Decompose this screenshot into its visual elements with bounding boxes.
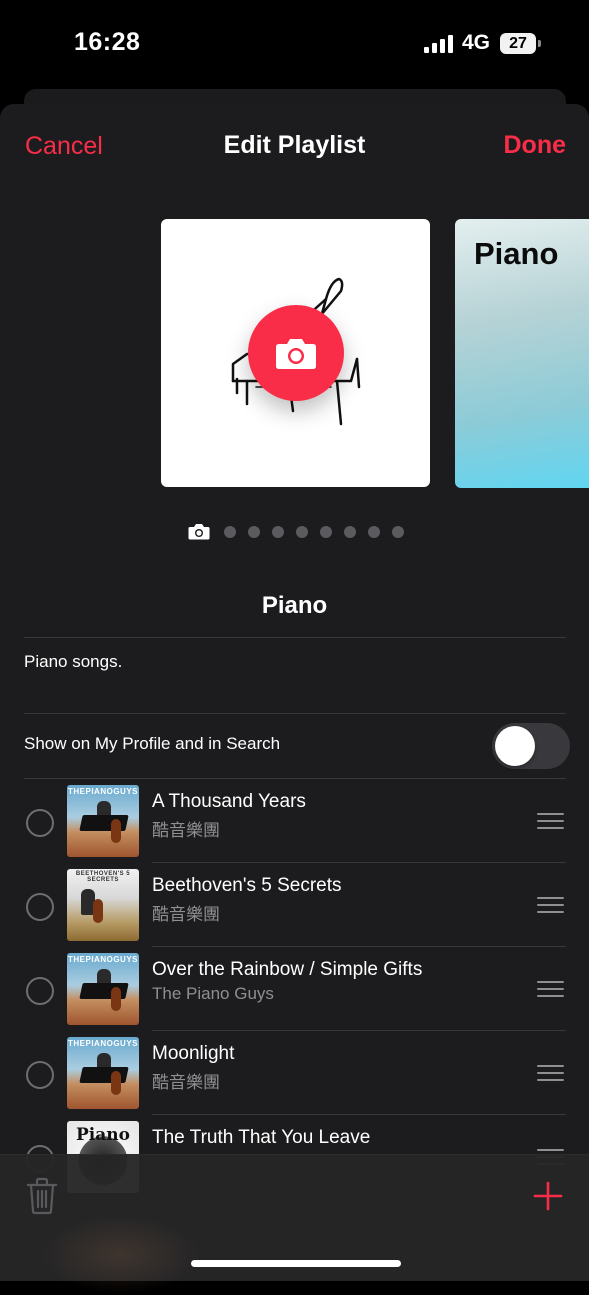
album-artwork: BEETHOVEN'S 5 SECRETS xyxy=(67,869,139,941)
page-dot[interactable] xyxy=(272,526,284,538)
network-type: 4G xyxy=(462,31,491,54)
edit-playlist-sheet: Cancel Edit Playlist Done Piano Piano Pi… xyxy=(0,104,589,1280)
plus-icon[interactable] xyxy=(533,1181,563,1211)
song-row[interactable]: THEPIANOGUYS Moonlight 酷音樂團 xyxy=(0,1031,589,1115)
page-dot[interactable] xyxy=(320,526,332,538)
playlist-name-field[interactable]: Piano xyxy=(0,592,589,620)
song-title: A Thousand Years xyxy=(152,791,306,812)
profile-visibility-label: Show on My Profile and in Search xyxy=(24,734,281,753)
select-radio[interactable] xyxy=(26,977,54,1005)
song-title: Beethoven's 5 Secrets xyxy=(152,875,342,896)
page-dot[interactable] xyxy=(248,526,260,538)
battery-tip xyxy=(538,40,541,47)
select-radio[interactable] xyxy=(26,809,54,837)
song-artist: 酷音樂團 xyxy=(152,821,220,840)
camera-icon xyxy=(276,339,316,369)
toolbar-glow xyxy=(40,1215,200,1295)
song-row[interactable]: THEPIANOGUYS Over the Rainbow / Simple G… xyxy=(0,947,589,1031)
page-dot[interactable] xyxy=(368,526,380,538)
camera-page-icon xyxy=(188,524,210,540)
song-title: Over the Rainbow / Simple Gifts xyxy=(152,959,423,980)
reorder-handle-icon[interactable] xyxy=(537,1065,564,1081)
status-bar: 16:28 4G 27 xyxy=(0,0,589,90)
status-time: 16:28 xyxy=(74,28,141,56)
reorder-handle-icon[interactable] xyxy=(537,813,564,829)
page-title: Edit Playlist xyxy=(223,131,366,159)
change-artwork-button[interactable] xyxy=(248,305,344,401)
song-title: Moonlight xyxy=(152,1043,235,1064)
divider xyxy=(24,637,566,638)
home-indicator xyxy=(191,1260,401,1267)
playlist-description-field[interactable]: Piano songs. xyxy=(24,652,122,672)
reorder-handle-icon[interactable] xyxy=(537,981,564,997)
song-artist: 酷音樂團 xyxy=(152,1073,220,1092)
page-dot[interactable] xyxy=(224,526,236,538)
album-artwork: THEPIANOGUYS xyxy=(67,953,139,1025)
page-dot[interactable] xyxy=(344,526,356,538)
select-radio[interactable] xyxy=(26,893,54,921)
artwork-option-title: Piano xyxy=(474,236,559,271)
song-artist: 酷音樂團 xyxy=(152,905,220,924)
battery-icon: 27 xyxy=(500,33,536,54)
song-row[interactable]: BEETHOVEN'S 5 SECRETS Beethoven's 5 Secr… xyxy=(0,863,589,947)
song-row[interactable]: THEPIANOGUYS A Thousand Years 酷音樂團 xyxy=(0,779,589,863)
divider xyxy=(24,713,566,714)
artwork-page-indicator[interactable] xyxy=(188,521,418,541)
page-dot[interactable] xyxy=(392,526,404,538)
profile-visibility-toggle[interactable] xyxy=(492,723,570,769)
reorder-handle-icon[interactable] xyxy=(537,897,564,913)
song-artist: The Piano Guys xyxy=(152,984,274,1003)
song-title: The Truth That You Leave xyxy=(152,1127,371,1148)
album-artwork: THEPIANOGUYS xyxy=(67,1037,139,1109)
toggle-knob xyxy=(495,726,535,766)
trash-icon[interactable] xyxy=(26,1177,58,1215)
cellular-signal-icon xyxy=(424,35,454,53)
playlist-artwork[interactable] xyxy=(161,219,430,487)
artwork-option-next[interactable]: Piano xyxy=(455,219,589,488)
done-button[interactable]: Done xyxy=(504,131,567,160)
page-dot[interactable] xyxy=(296,526,308,538)
album-artwork: THEPIANOGUYS xyxy=(67,785,139,857)
select-radio[interactable] xyxy=(26,1061,54,1089)
